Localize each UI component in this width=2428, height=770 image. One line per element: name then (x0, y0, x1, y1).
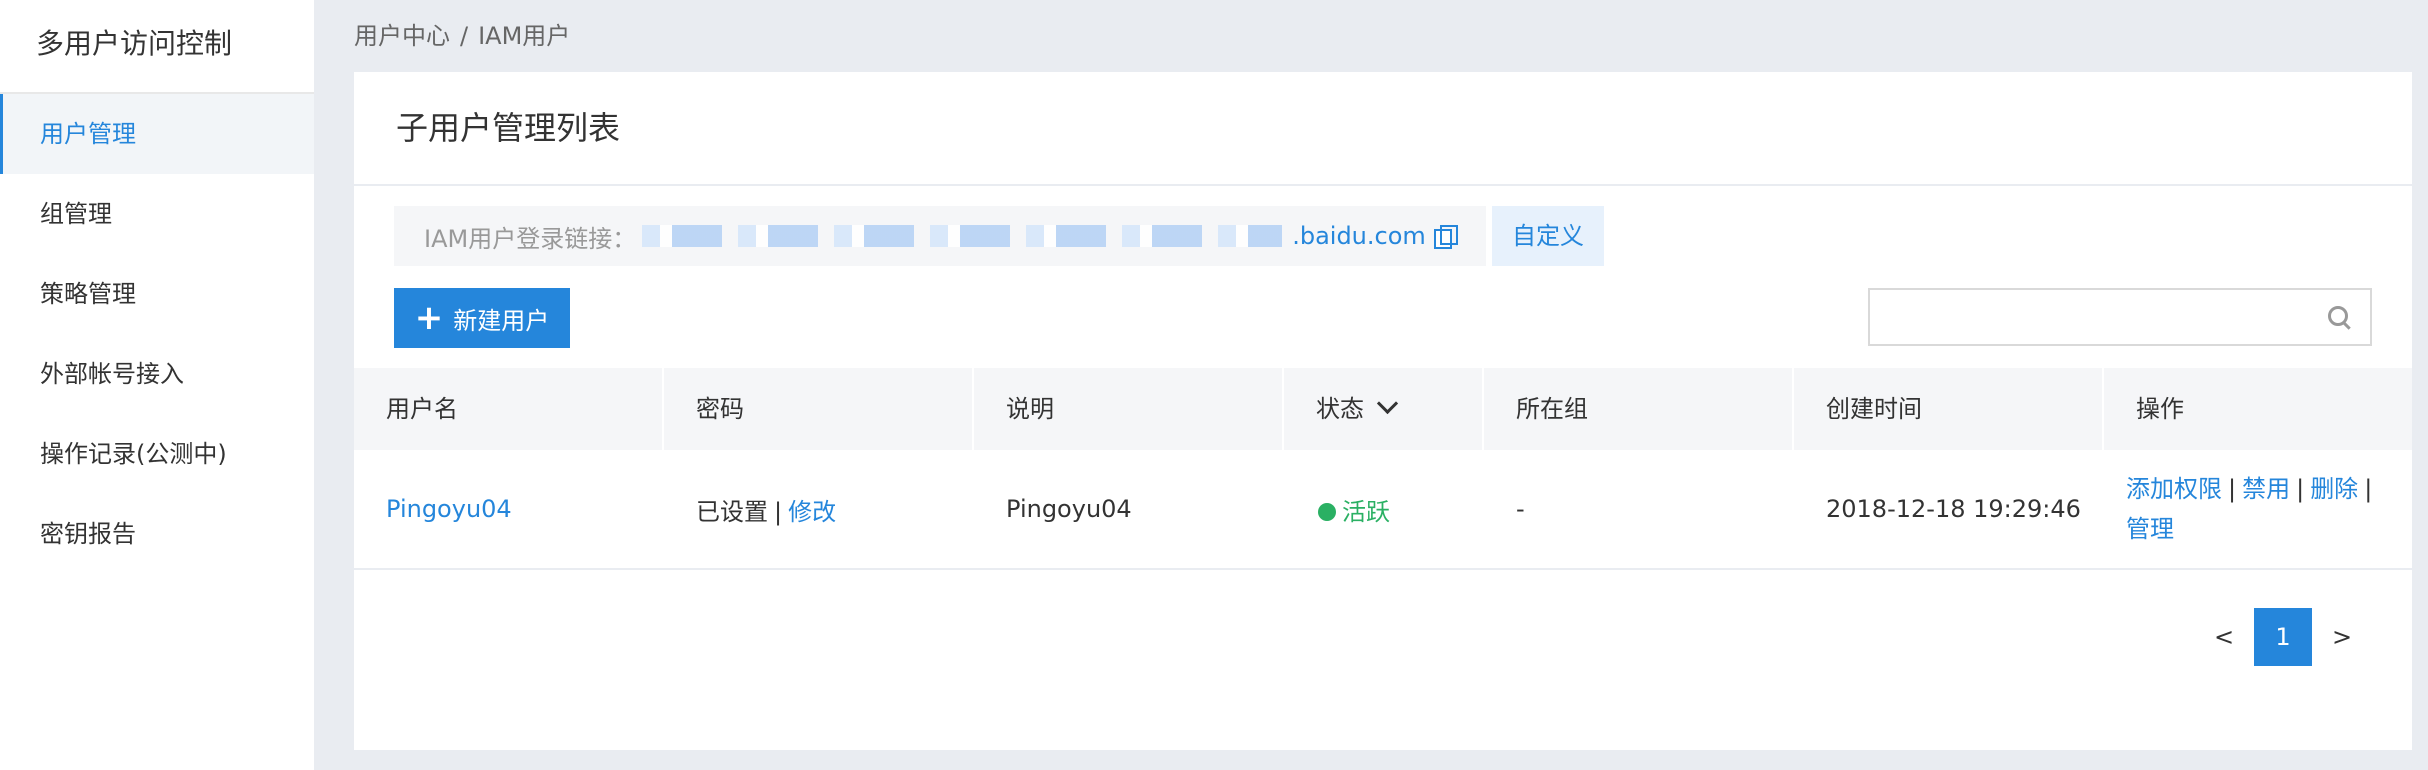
chevron-down-icon[interactable] (1376, 392, 1399, 415)
sidebar-item-key-report[interactable]: 密钥报告 (0, 494, 314, 574)
header-group: 所在组 (1484, 368, 1794, 450)
search-icon[interactable] (2328, 306, 2348, 326)
copy-icon[interactable] (1433, 225, 1458, 249)
header-password: 密码 (664, 368, 974, 450)
sidebar-item-external-account[interactable]: 外部帐号接入 (0, 334, 314, 414)
header-status-label: 状态 (1316, 395, 1364, 423)
login-link-label: IAM用户登录链接： (424, 224, 637, 253)
customize-button[interactable]: 自定义 (1492, 206, 1604, 266)
header-description: 说明 (974, 368, 1284, 450)
sidebar: 多用户访问控制 用户管理 组管理 策略管理 外部帐号接入 操作记录(公测中) 密… (0, 0, 314, 770)
sidebar-item-policy-management[interactable]: 策略管理 (0, 254, 314, 334)
pagination: < 1 > (2194, 608, 2372, 666)
sidebar-item-group-management[interactable]: 组管理 (0, 174, 314, 254)
status-badge: 活跃 (1342, 497, 1390, 526)
breadcrumb-current: IAM用户 (478, 22, 571, 50)
delete-link[interactable]: 删除 (2310, 475, 2358, 503)
breadcrumb-root[interactable]: 用户中心 (354, 22, 450, 50)
created-time-cell: 2018-12-18 19:29:46 (1826, 495, 2081, 523)
next-page-button[interactable]: > (2312, 623, 2372, 651)
table-header: 用户名 密码 说明 状态 所在组 创建时间 操作 (354, 368, 2412, 450)
breadcrumb: 用户中心 / IAM用户 (354, 16, 570, 51)
header-username: 用户名 (354, 368, 664, 450)
main-panel: 子用户管理列表 IAM用户登录链接： .baidu.com 自定义 + 新建用户… (354, 72, 2412, 750)
new-user-label: 新建用户 (453, 306, 550, 335)
header-actions: 操作 (2136, 395, 2184, 423)
sidebar-item-user-management[interactable]: 用户管理 (0, 94, 314, 174)
page-number-button[interactable]: 1 (2254, 608, 2312, 666)
add-permission-link[interactable]: 添加权限 (2126, 475, 2222, 503)
breadcrumb-separator: / (460, 22, 469, 50)
actions-cell: 添加权限 | 禁用 | 删除 |管理 (2126, 475, 2373, 543)
table-row: Pingoyu04 已设置 | 修改 Pingoyu04 活跃 - 2018-12-… (354, 450, 2412, 570)
user-table: 用户名 密码 说明 状态 所在组 创建时间 操作 Pingoyu04 已设置 | 修… (354, 368, 2412, 570)
username-link[interactable]: Pingoyu04 (386, 495, 512, 523)
login-link-box: IAM用户登录链接： .baidu.com (394, 206, 1486, 266)
sidebar-item-operation-log[interactable]: 操作记录(公测中) (0, 414, 314, 494)
status-dot-icon (1318, 502, 1336, 521)
blurred-url (642, 225, 1283, 247)
plus-icon: + (414, 298, 444, 338)
disable-link[interactable]: 禁用 (2242, 475, 2290, 503)
sidebar-title: 多用户访问控制 (0, 0, 314, 94)
prev-page-button[interactable]: < (2194, 623, 2254, 651)
description-cell: Pingoyu04 (1006, 495, 1132, 523)
manage-link[interactable]: 管理 (2126, 515, 2174, 543)
page-title: 子用户管理列表 (354, 72, 2412, 186)
login-link-domain[interactable]: .baidu.com (1292, 222, 1426, 250)
group-cell: - (1516, 495, 1525, 523)
header-status[interactable]: 状态 (1284, 368, 1484, 450)
header-created: 创建时间 (1794, 368, 2104, 450)
password-status: 已设置 (696, 497, 768, 526)
new-user-button[interactable]: + 新建用户 (394, 288, 570, 348)
modify-password-link[interactable]: 修改 (788, 498, 836, 526)
search-input[interactable] (1868, 288, 2372, 346)
